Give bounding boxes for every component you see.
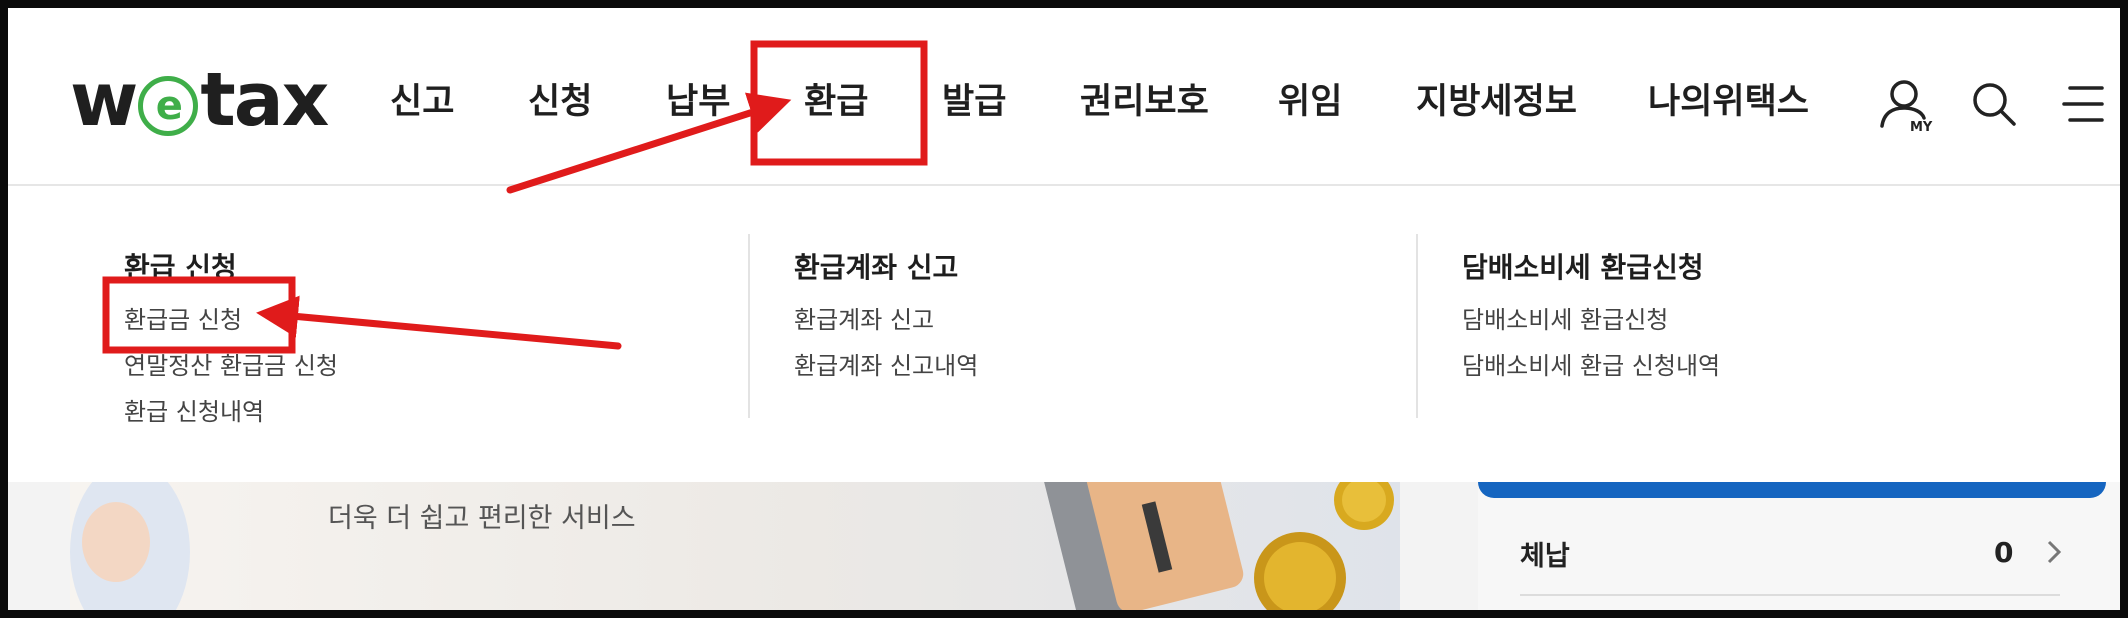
nav-item-my-wetax[interactable]: 나의위택스 [1648, 78, 1809, 126]
arrears-label[interactable]: 체납 [1520, 534, 1570, 573]
refund-mega-menu: 환급 신청 환급금 신청 연말정산 환급금 신청 환급 신청내역 환급계좌 신고… [8, 186, 2120, 482]
menu-col-title-refund-account[interactable]: 환급계좌 신고 [794, 246, 958, 286]
tax-summary-panel: 체납 0 [1478, 482, 2120, 610]
nav-item-refund[interactable]: 환급 [804, 78, 868, 126]
logo-text-tax: tax [200, 57, 329, 143]
menu-link-refund-account-report[interactable]: 환급계좌 신고 [794, 300, 934, 335]
search-icon[interactable] [1970, 80, 2018, 132]
logo-text-w: w [70, 57, 138, 143]
nav-item-delegation[interactable]: 위임 [1278, 78, 1342, 126]
main-banner[interactable]: 더욱 더 쉽고 편리한 서비스 [70, 482, 1400, 610]
menu-col-title-tobacco-refund[interactable]: 담배소비세 환급신청 [1462, 246, 1704, 286]
menu-link-refund-account-history[interactable]: 환급계좌 신고내역 [794, 346, 978, 381]
menu-link-refund-history[interactable]: 환급 신청내역 [124, 392, 264, 427]
nav-item-apply[interactable]: 신청 [528, 78, 592, 126]
nav-item-rights[interactable]: 권리보호 [1080, 78, 1209, 126]
menu-link-refund-money-apply[interactable]: 환급금 신청 [124, 300, 242, 335]
panel-divider [1520, 594, 2060, 596]
nav-item-pay[interactable]: 납부 [666, 78, 730, 126]
panel-header-bar [1478, 482, 2106, 498]
logo-e-mark: e [138, 76, 199, 136]
menu-link-yearend-refund-apply[interactable]: 연말정산 환급금 신청 [124, 346, 338, 381]
menu-col-title-refund-apply[interactable]: 환급 신청 [124, 246, 237, 286]
nav-item-issue[interactable]: 발급 [942, 78, 1006, 126]
my-page-icon[interactable]: MY [1878, 76, 1934, 140]
menu-divider [1416, 234, 1418, 418]
nav-item-report[interactable]: 신고 [390, 78, 454, 126]
site-header: w e tax 신고 신청 납부 환급 발급 권리보호 위임 지방세정보 나의위택스… [8, 8, 2120, 186]
banner-tagline: 더욱 더 쉽고 편리한 서비스 [328, 503, 636, 534]
menu-link-tobacco-refund-apply[interactable]: 담배소비세 환급신청 [1462, 300, 1668, 335]
menu-icon[interactable] [2058, 82, 2106, 130]
chevron-right-icon[interactable] [2044, 538, 2064, 566]
wetax-logo[interactable]: w e tax [70, 57, 329, 143]
my-icon-label: MY [1910, 120, 1933, 135]
menu-divider [748, 234, 750, 418]
menu-link-tobacco-refund-history[interactable]: 담배소비세 환급 신청내역 [1462, 346, 1720, 381]
nav-item-tax-info[interactable]: 지방세정보 [1416, 78, 1577, 126]
arrears-count[interactable]: 0 [1994, 536, 2013, 569]
banner-illustration [70, 482, 1394, 610]
browser-viewport: w e tax 신고 신청 납부 환급 발급 권리보호 위임 지방세정보 나의위택스… [8, 8, 2120, 610]
page-content: 더욱 더 쉽고 편리한 서비스 체납 0 [8, 482, 2120, 610]
